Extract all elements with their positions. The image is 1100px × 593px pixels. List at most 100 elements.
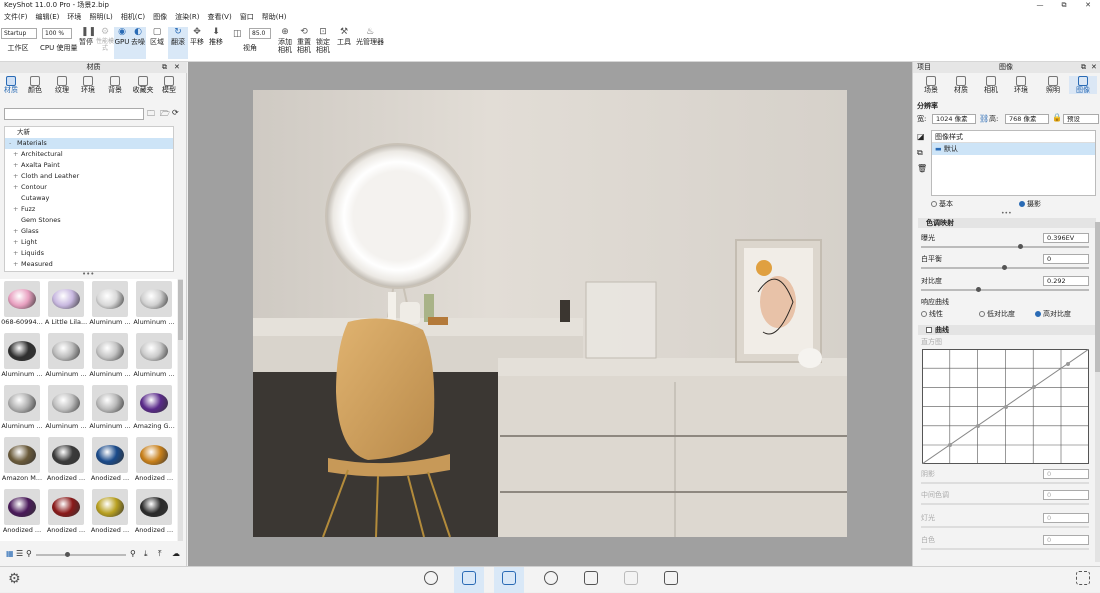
material-thumb[interactable]: Aluminum ...	[88, 383, 132, 434]
lock-icon[interactable]: 🔒	[1052, 113, 1062, 122]
shadows-slider[interactable]	[921, 482, 1089, 484]
cloud-library-icon[interactable]: ⚙	[8, 571, 21, 587]
menu-lighting[interactable]: 照明(L)	[85, 10, 116, 24]
material-thumb[interactable]: Anodized ...	[44, 435, 88, 486]
material-thumb[interactable]: Anodized ...	[132, 435, 176, 486]
material-thumb[interactable]: A Little Lila...	[44, 279, 88, 330]
fov-input[interactable]: 85.0	[249, 28, 271, 39]
material-thumb[interactable]: Anodized ...	[44, 487, 88, 538]
tab-camera[interactable]: 相机	[977, 76, 1005, 94]
render-viewport[interactable]	[188, 62, 912, 566]
undock-icon[interactable]: ⧉	[162, 63, 167, 72]
thumb-size-slider[interactable]	[36, 554, 126, 556]
restore-button[interactable]: ⧉	[1056, 0, 1072, 10]
tree-item[interactable]: 大新	[5, 127, 173, 138]
library-tab-backplates[interactable]: 背景	[104, 76, 126, 94]
close-button[interactable]: ✕	[1080, 0, 1096, 10]
tree-item[interactable]: + Contour	[5, 182, 173, 193]
tree-item[interactable]: Cutaway	[5, 193, 173, 204]
library-search-input[interactable]	[4, 108, 144, 120]
library-button[interactable]	[454, 567, 484, 593]
light-manager-button[interactable]: ♨ 光管理器	[355, 27, 385, 47]
region-button[interactable]: ▢ 区域	[148, 27, 166, 47]
list-view-icon[interactable]: ☰	[16, 549, 23, 558]
exposure-slider[interactable]	[921, 246, 1089, 248]
undock-icon[interactable]: ⧉	[1081, 63, 1086, 72]
midtones-input[interactable]: 0	[1043, 490, 1089, 500]
material-thumb[interactable]: Amazing G...	[132, 383, 176, 434]
edit-style-icon[interactable]: ◪	[917, 132, 925, 141]
gpu-button[interactable]: ◉ GPU	[114, 27, 130, 59]
preset-select[interactable]: 预设	[1063, 114, 1099, 124]
tonemap-section-header[interactable]: 色调映射	[918, 218, 1096, 228]
tools-button[interactable]: ⚒ 工具	[335, 27, 353, 47]
tree-item[interactable]: + Light	[5, 237, 173, 248]
thumb-size-knob[interactable]	[65, 552, 70, 557]
whites-slider[interactable]	[921, 548, 1089, 550]
material-thumb[interactable]: Anodized ...	[88, 487, 132, 538]
tab-environment[interactable]: 环境	[1007, 76, 1035, 94]
material-thumb[interactable]: Anodized ...	[88, 435, 132, 486]
material-thumb[interactable]: 068-60994...	[0, 279, 44, 330]
material-thumb[interactable]: Anodized ...	[132, 487, 176, 538]
screenshot-button[interactable]	[656, 567, 686, 593]
menu-window[interactable]: 窗口	[236, 10, 258, 24]
minimize-button[interactable]: —	[1032, 0, 1048, 10]
menu-edit[interactable]: 编辑(E)	[32, 10, 64, 24]
curve-high-contrast-radio[interactable]: 高对比度	[1035, 310, 1071, 319]
splitter-handle[interactable]: •••	[82, 270, 94, 278]
download-icon[interactable]: ⤓	[144, 549, 148, 559]
pan-button[interactable]: ✥ 平移	[188, 27, 206, 47]
menu-render[interactable]: 渲染(R)	[171, 10, 203, 24]
close-panel-icon[interactable]: ✕	[174, 63, 180, 71]
width-input[interactable]: 1024 像素	[932, 114, 976, 124]
render-image[interactable]	[188, 62, 912, 566]
keyshotxr-button[interactable]	[576, 567, 606, 593]
material-thumb[interactable]: Aluminum ...	[88, 279, 132, 330]
library-tab-environments[interactable]: 环境	[77, 76, 99, 94]
material-thumb[interactable]: Aluminum ...	[88, 331, 132, 382]
inspector-scrollbar-thumb[interactable]	[1095, 222, 1100, 372]
animation-button[interactable]	[536, 567, 566, 593]
project-button[interactable]	[494, 567, 524, 593]
image-style-item[interactable]: ▬ 默认	[932, 143, 1095, 155]
curves-section-header[interactable]: 曲线	[918, 325, 1096, 335]
library-tab-materials[interactable]: 材质	[0, 76, 22, 94]
tree-item[interactable]: + Glass	[5, 226, 173, 237]
contrast-slider[interactable]	[921, 289, 1089, 291]
contrast-knob[interactable]	[976, 287, 981, 292]
material-thumb[interactable]: Aluminum ...	[44, 331, 88, 382]
tree-item[interactable]: + Liquids	[5, 248, 173, 259]
folder-add-icon[interactable]: 🗁	[160, 108, 170, 122]
lock-camera-button[interactable]: ⊡ 锁定相机	[314, 27, 332, 54]
checkbox[interactable]	[926, 327, 932, 333]
curve-editor[interactable]	[922, 349, 1089, 464]
render-button[interactable]	[616, 567, 646, 593]
material-thumb[interactable]: Aluminum ...	[132, 279, 176, 330]
tree-item[interactable]: + Fuzz	[5, 204, 173, 215]
menu-camera[interactable]: 相机(C)	[117, 10, 149, 24]
tab-image[interactable]: 图像	[1069, 76, 1097, 94]
highlights-slider[interactable]	[921, 526, 1089, 528]
library-tab-favorites[interactable]: 收藏夹	[130, 76, 156, 94]
tree-item[interactable]: + Axalta Paint	[5, 160, 173, 171]
menu-environment[interactable]: 环境	[63, 10, 85, 24]
curve-linear-radio[interactable]: 线性	[921, 310, 943, 319]
denoise-button[interactable]: ◐ 去噪	[130, 27, 146, 59]
grid-view-icon[interactable]: ▦	[6, 549, 14, 558]
tree-item[interactable]: + Cloth and Leather	[5, 171, 173, 182]
folder-icon[interactable]: 🗀	[147, 108, 155, 122]
tab-material[interactable]: 材质	[947, 76, 975, 94]
menu-view[interactable]: 查看(V)	[203, 10, 235, 24]
library-tab-models[interactable]: 模型	[158, 76, 180, 94]
tumble-button[interactable]: ↻ 翻滚	[168, 27, 188, 59]
link-icon[interactable]: ⛓	[979, 114, 989, 123]
material-thumb[interactable]: Anodized ...	[0, 487, 44, 538]
exposure-input[interactable]: 0.396EV	[1043, 233, 1089, 243]
dolly-button[interactable]: ⬇ 推移	[206, 27, 226, 47]
tree-item[interactable]: + Architectural	[5, 149, 173, 160]
white-balance-input[interactable]: 0	[1043, 254, 1089, 264]
height-input[interactable]: 768 像素	[1005, 114, 1049, 124]
zoom-in-icon[interactable]: ⚲	[130, 549, 136, 558]
menu-help[interactable]: 帮助(H)	[258, 10, 291, 24]
